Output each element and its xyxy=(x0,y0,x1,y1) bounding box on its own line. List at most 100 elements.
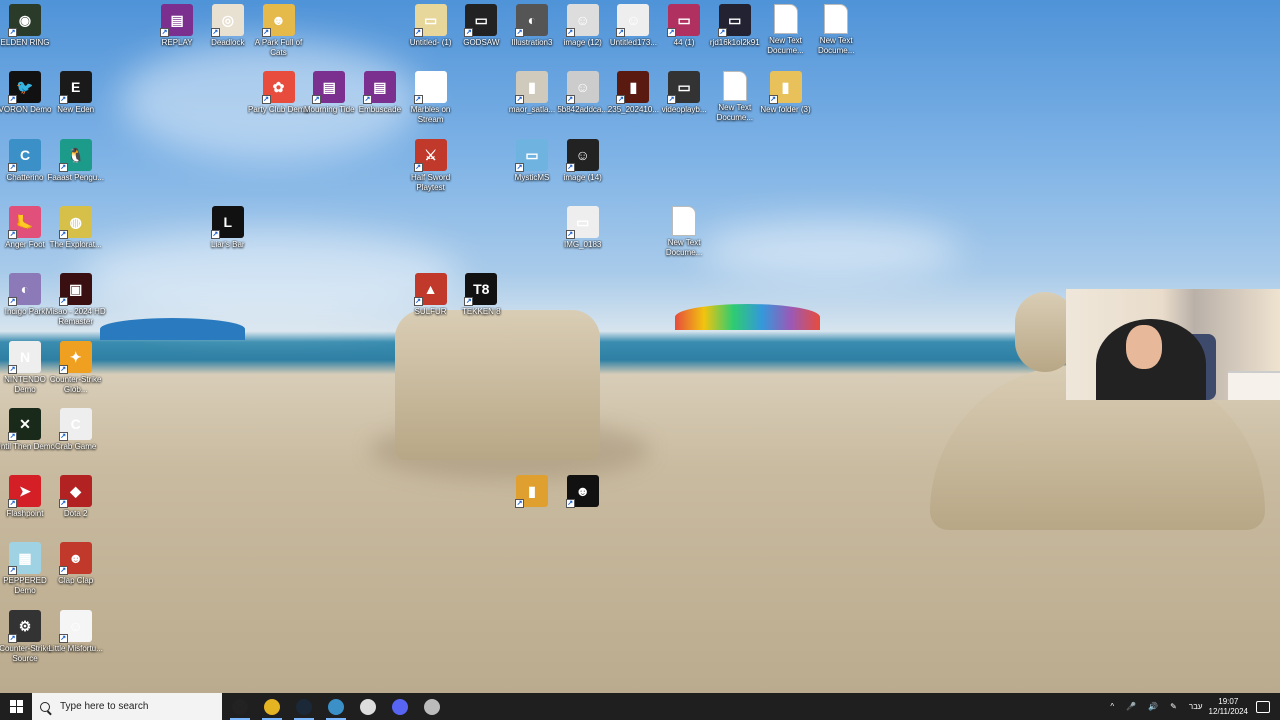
desktop-icon-image: T8 ↗ xyxy=(464,273,498,307)
desktop-icon[interactable]: 🐧 ↗ Faaast Pengu... xyxy=(44,138,108,183)
desktop-icon[interactable]: L ↗ Liar's Bar xyxy=(196,205,260,250)
desktop-icon[interactable]: New Text Docume... xyxy=(652,205,716,258)
shortcut-arrow-icon: ↗ xyxy=(312,95,322,105)
desktop-icon-label: IMG_0183 xyxy=(564,239,602,249)
desktop-icon[interactable]: ○ ↗ Marbles on Stream xyxy=(399,71,463,125)
taskbar-app-steam[interactable] xyxy=(288,693,320,720)
taskbar-app-chrome[interactable] xyxy=(256,693,288,720)
desktop-icon-image: ▮ ↗ xyxy=(515,71,548,105)
desktop-icon-image: E ↗ xyxy=(58,71,92,105)
chrome-icon xyxy=(264,698,280,715)
taskbar-app-discord[interactable] xyxy=(384,693,416,720)
shortcut-arrow-icon: ↗ xyxy=(565,162,575,172)
taskbar: Type here to search ^ 🎤 🔊 ✎ עבר 19:07 12… xyxy=(0,693,1280,720)
taskbar-app-app[interactable] xyxy=(416,693,448,720)
desktop-icon[interactable]: ✦ ↗ Counter-Strike Glob... xyxy=(44,340,108,395)
desktop-icon-image: ✦ ↗ xyxy=(58,340,92,374)
desktop-icon[interactable]: ⚔ ↗ Half Sword Playtest xyxy=(399,138,463,193)
desktop-icon-image xyxy=(824,4,849,34)
shortcut-arrow-icon: ↗ xyxy=(58,431,68,441)
desktop-icon-image: ☺ ↗ xyxy=(616,4,650,37)
shortcut-arrow-icon: ↗ xyxy=(616,95,626,105)
desktop-icon[interactable]: ▣ ↗ Misao - 2024 HD Remaster xyxy=(44,273,108,327)
desktop-icon-image xyxy=(722,71,747,102)
squidward-sand-house xyxy=(395,310,600,460)
desktop-icon[interactable]: New Text Docume... xyxy=(703,71,767,123)
notification-icon[interactable] xyxy=(1256,700,1270,713)
desktop-icon-label: New Text Docume... xyxy=(665,237,703,257)
desktop-icon[interactable]: ☻ ↗ A Park Full of Cats xyxy=(247,4,311,58)
desktop-icon-image: 🦶 ↗ xyxy=(8,205,41,239)
beach-umbrella xyxy=(100,318,245,340)
desktop-icon[interactable]: New Text Docume... xyxy=(804,4,868,56)
shortcut-arrow-icon: ↗ xyxy=(515,162,524,172)
desktop-icon[interactable]: ☺ ↗ Little Misfortu... xyxy=(44,609,108,654)
desktop-icon[interactable]: ▭ ↗ IMG_0183 xyxy=(551,205,615,250)
shortcut-arrow-icon: ↗ xyxy=(413,95,423,105)
desktop-icon[interactable]: T8 ↗ TEKKEN 8 xyxy=(449,273,513,317)
desktop-icon-image: ▣ ↗ xyxy=(58,273,92,307)
desktop-icon-image: ▭ ↗ xyxy=(717,4,751,37)
shortcut-arrow-icon: ↗ xyxy=(362,95,372,105)
desktop-icon-image: ▭ ↗ xyxy=(667,4,701,37)
pen-icon[interactable]: ✎ xyxy=(1170,702,1177,711)
system-tray: ^ 🎤 🔊 ✎ עבר 19:07 12/11/2024 xyxy=(1104,693,1280,720)
desktop-icon[interactable]: ☺ ↗ image (14) xyxy=(551,138,615,183)
cloud xyxy=(700,220,960,280)
volume-icon[interactable]: 🔊 xyxy=(1148,702,1158,711)
desktop-icon-image: ▦ ↗ xyxy=(8,542,41,576)
taskbar-apps xyxy=(224,693,448,720)
desktop-icon[interactable]: ◉ ↗ ELDEN RING xyxy=(0,4,57,48)
desktop-icon-image: C ↗ xyxy=(58,407,92,441)
desktop-icon[interactable]: C ↗ Crab Game xyxy=(44,407,108,452)
clock[interactable]: 19:07 12/11/2024 xyxy=(1209,697,1248,717)
shortcut-arrow-icon: ↗ xyxy=(58,162,68,172)
desktop-icon-image: ☺ ↗ xyxy=(565,71,599,105)
shortcut-arrow-icon: ↗ xyxy=(565,229,575,239)
desktop-icon-image: ▮ ↗ xyxy=(515,475,548,509)
shortcut-arrow-icon: ↗ xyxy=(413,28,423,37)
desktop-icon-label: Dota 2 xyxy=(63,509,88,519)
desktop-icon-image: 🐦 ↗ xyxy=(8,71,41,105)
microphone-icon[interactable]: 🎤 xyxy=(1126,702,1136,711)
desktop-icon[interactable]: ◆ ↗ Dota 2 xyxy=(44,475,108,519)
desktop-icon-image: ◆ ↗ xyxy=(58,475,92,509)
shortcut-arrow-icon: ↗ xyxy=(515,499,524,509)
taskbar-app-notepad[interactable] xyxy=(352,693,384,720)
shortcut-arrow-icon: ↗ xyxy=(58,566,68,576)
search-box[interactable]: Type here to search xyxy=(32,693,222,720)
desktop-icon-image: ▮ ↗ xyxy=(768,71,802,105)
taskbar-app-obs[interactable] xyxy=(224,693,256,720)
desktop-icon-label: Crab Game xyxy=(55,441,97,451)
shortcut-arrow-icon: ↗ xyxy=(413,162,423,172)
shortcut-arrow-icon: ↗ xyxy=(261,95,271,105)
search-icon xyxy=(40,701,50,712)
desktop-icon-image: 🐧 ↗ xyxy=(58,138,92,172)
language-indicator[interactable]: עבר xyxy=(1189,702,1203,711)
shortcut-arrow-icon: ↗ xyxy=(58,633,68,643)
desktop-icon-image: ☻ ↗ xyxy=(565,475,599,509)
chevron-up-icon[interactable]: ^ xyxy=(1110,702,1114,711)
app-icon xyxy=(424,698,440,715)
desktop-icon-label: Misao - 2024 HD Remaster xyxy=(45,307,106,327)
desktop-icon-image: ▭ ↗ xyxy=(565,205,599,239)
desktop-icon-image: L ↗ xyxy=(210,205,244,239)
shortcut-arrow-icon: ↗ xyxy=(58,364,68,374)
shortcut-arrow-icon: ↗ xyxy=(58,297,68,307)
desktop-icon[interactable]: ☻ ↗ xyxy=(551,475,615,509)
shortcut-arrow-icon: ↗ xyxy=(515,95,524,105)
shortcut-arrow-icon: ↗ xyxy=(8,95,17,105)
search-placeholder: Type here to search xyxy=(60,701,149,712)
desktop-icon-image: ☻ ↗ xyxy=(261,4,295,37)
desktop-icon[interactable]: ☻ ↗ Clap Clap xyxy=(44,542,108,586)
taskbar-app-chatterino[interactable] xyxy=(320,693,352,720)
desktop-icon[interactable]: ◍ ↗ The Explorat... xyxy=(44,205,108,250)
shortcut-arrow-icon: ↗ xyxy=(565,95,575,105)
shortcut-arrow-icon: ↗ xyxy=(210,229,220,239)
shortcut-arrow-icon: ↗ xyxy=(58,95,68,105)
start-button[interactable] xyxy=(0,693,32,720)
desktop-icon-image: ▭ ↗ xyxy=(413,4,447,37)
windows-icon xyxy=(9,700,23,713)
desktop-icon[interactable]: E ↗ New Eden xyxy=(44,71,108,115)
shortcut-arrow-icon: ↗ xyxy=(58,229,68,239)
